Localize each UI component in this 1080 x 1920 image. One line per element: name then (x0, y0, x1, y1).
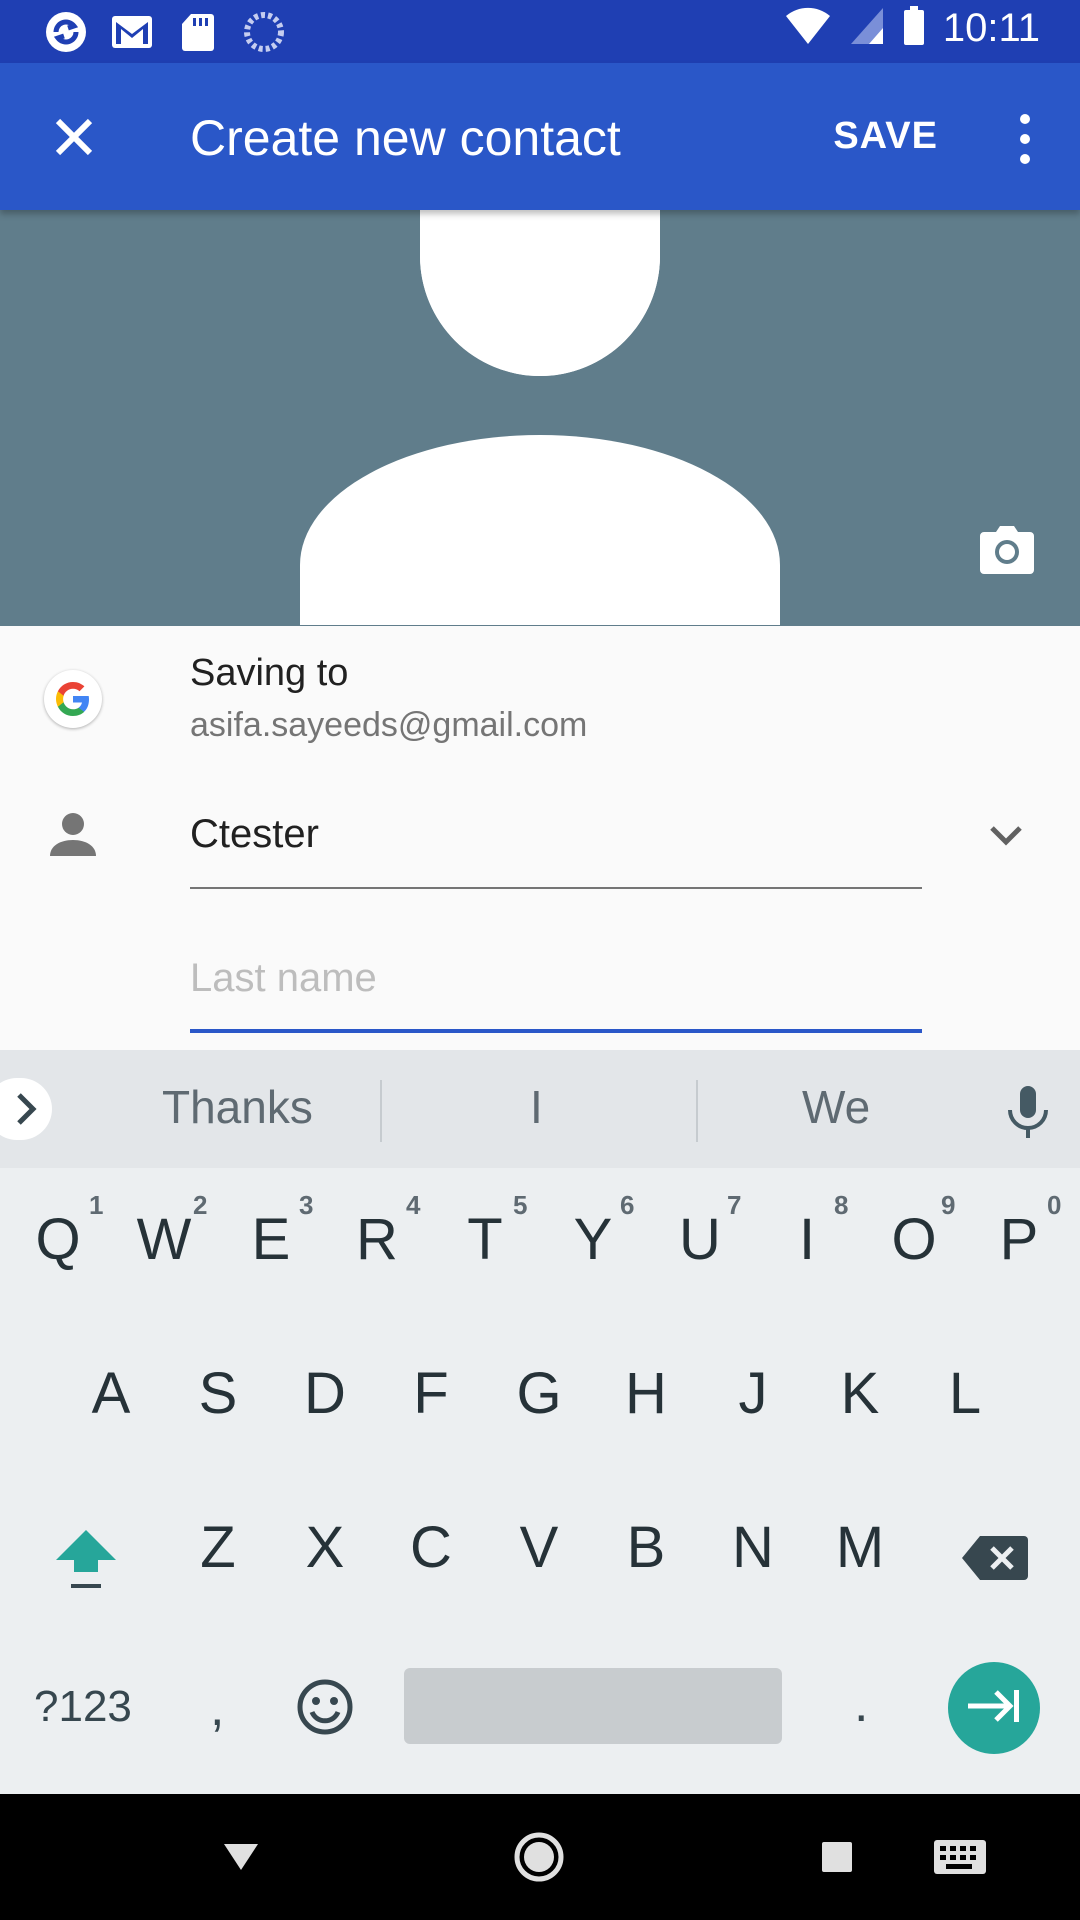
chevron-right-icon[interactable] (0, 1078, 52, 1140)
app-bar: Create new contact SAVE (0, 63, 1080, 210)
key-m[interactable]: M (815, 1514, 905, 1581)
symbols-key[interactable]: ?123 (34, 1682, 132, 1732)
key-k[interactable]: K (815, 1360, 905, 1427)
key-hint-5: 5 (513, 1190, 528, 1220)
first-name-field[interactable]: Ctester (190, 812, 319, 857)
backspace-icon[interactable] (962, 1534, 1028, 1582)
recents-icon[interactable] (810, 1830, 864, 1884)
suggestion-strip: Thanks I We (0, 1050, 1080, 1168)
last-name-field[interactable]: Last name (190, 956, 377, 1001)
key-hint-3: 3 (299, 1190, 314, 1220)
key-hint-2: 2 (193, 1190, 208, 1220)
battery-icon (903, 6, 925, 51)
key-v[interactable]: V (494, 1514, 584, 1581)
back-icon[interactable] (214, 1830, 268, 1884)
home-icon[interactable] (512, 1830, 566, 1884)
first-name-underline (190, 887, 922, 889)
key-f[interactable]: F (386, 1360, 476, 1427)
status-time: 10:11 (942, 6, 1040, 50)
tab-arrow-icon (966, 1688, 1022, 1729)
key-hint-9: 9 (941, 1190, 956, 1220)
key-b[interactable]: B (601, 1514, 691, 1581)
avatar-head (420, 210, 660, 376)
chevron-down-icon[interactable] (986, 822, 1026, 852)
key-a[interactable]: A (66, 1360, 156, 1427)
avatar-body (300, 435, 780, 625)
key-hint-6: 6 (620, 1190, 635, 1220)
key-hint-7: 7 (727, 1190, 742, 1220)
more-options-icon[interactable] (1010, 109, 1040, 169)
last-name-underline (190, 1029, 922, 1033)
emoji-icon[interactable] (296, 1678, 354, 1736)
key-c[interactable]: C (386, 1514, 476, 1581)
suggestion-3[interactable]: We (802, 1080, 870, 1134)
key-hint-4: 4 (406, 1190, 421, 1220)
shift-icon[interactable] (54, 1526, 118, 1590)
close-icon[interactable] (44, 107, 104, 167)
save-button[interactable]: SAVE (833, 115, 938, 158)
microphone-icon[interactable] (1004, 1084, 1052, 1140)
contact-photo-area[interactable] (0, 210, 1080, 626)
key-l[interactable]: L (920, 1360, 1010, 1427)
page-title: Create new contact (190, 110, 621, 166)
google-logo-icon (44, 670, 102, 728)
key-hint-0: 0 (1047, 1190, 1062, 1220)
account-email[interactable]: asifa.sayeeds@gmail.com (190, 706, 587, 745)
navigation-bar (0, 1794, 1080, 1920)
person-icon (50, 812, 96, 858)
signal-icon (849, 6, 885, 51)
suggestion-divider (380, 1080, 382, 1142)
keyboard-switch-icon[interactable] (932, 1830, 988, 1884)
sd-card-icon (176, 10, 220, 54)
period-key[interactable]: . (854, 1674, 868, 1734)
key-d[interactable]: D (280, 1360, 370, 1427)
key-s[interactable]: S (173, 1360, 263, 1427)
keyboard: Thanks I We Q W E R T Y U I O P 1 2 3 4 … (0, 1050, 1080, 1794)
wifi-icon (785, 6, 831, 51)
key-z[interactable]: Z (173, 1514, 263, 1581)
key-g[interactable]: G (494, 1360, 584, 1427)
suggestion-divider (696, 1080, 698, 1142)
space-key[interactable] (404, 1668, 782, 1744)
key-hint-1: 1 (89, 1190, 104, 1220)
gmail-icon (110, 10, 154, 54)
status-bar: 10:11 (0, 0, 1080, 63)
suggestion-2[interactable]: I (530, 1080, 543, 1134)
comma-key[interactable]: , (210, 1678, 224, 1738)
suggestion-1[interactable]: Thanks (162, 1080, 313, 1134)
key-n[interactable]: N (708, 1514, 798, 1581)
app-icon (44, 10, 88, 54)
saving-to-label: Saving to (190, 652, 349, 694)
key-h[interactable]: H (601, 1360, 691, 1427)
contact-form: Saving to asifa.sayeeds@gmail.com Cteste… (0, 626, 1080, 1050)
key-j[interactable]: J (708, 1360, 798, 1427)
next-key[interactable] (948, 1662, 1040, 1754)
camera-icon[interactable] (980, 526, 1034, 574)
sync-icon (242, 10, 286, 54)
key-hint-8: 8 (834, 1190, 849, 1220)
key-x[interactable]: X (280, 1514, 370, 1581)
